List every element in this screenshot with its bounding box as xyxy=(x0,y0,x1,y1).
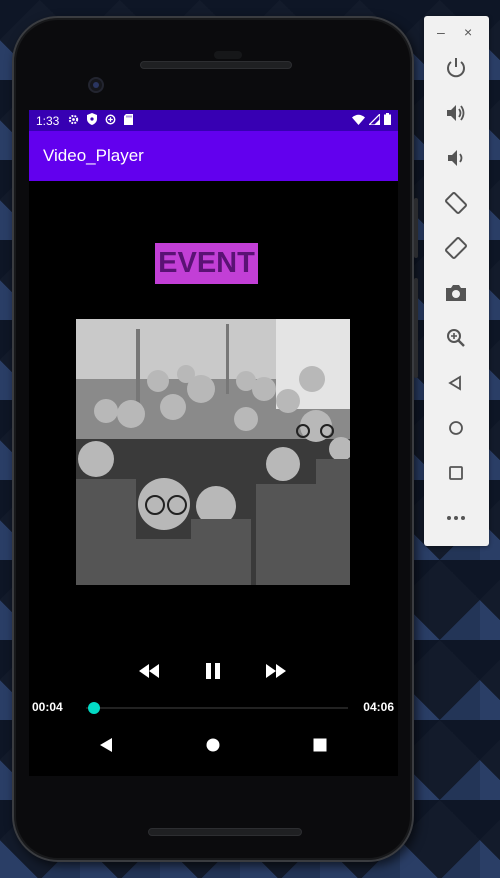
video-category-label: EVENT xyxy=(155,243,258,284)
bottom-speaker xyxy=(148,828,302,836)
app-bar: Video_Player xyxy=(29,131,398,181)
seek-bar-row: 00:04 04:06 xyxy=(29,697,398,717)
minimize-icon[interactable]: – xyxy=(437,24,445,40)
screenshot-icon[interactable] xyxy=(442,279,470,307)
group-photo-image xyxy=(76,319,350,585)
fast-forward-icon[interactable] xyxy=(261,656,291,686)
volume-side-button xyxy=(414,278,418,378)
seek-bar[interactable] xyxy=(86,707,348,709)
back-icon[interactable] xyxy=(442,369,470,397)
device-screen: 1:33 Video_Player EVENT 00:04 04:06 xyxy=(29,110,398,776)
back-icon[interactable] xyxy=(91,730,121,760)
battery-icon xyxy=(384,113,391,128)
home-icon[interactable] xyxy=(442,414,470,442)
app-title: Video_Player xyxy=(43,146,144,165)
zoom-icon[interactable] xyxy=(442,324,470,352)
pause-icon[interactable] xyxy=(198,656,228,686)
current-time: 00:04 xyxy=(32,700,63,714)
playback-controls xyxy=(29,656,398,686)
more-icon[interactable] xyxy=(442,504,470,532)
overview-icon[interactable] xyxy=(442,459,470,487)
wifi-icon xyxy=(352,114,365,128)
shield-icon xyxy=(87,113,98,128)
power-side-button xyxy=(414,198,418,258)
gear-icon xyxy=(68,114,79,128)
rotate-right-icon[interactable] xyxy=(442,234,470,262)
status-bar: 1:33 xyxy=(29,110,398,131)
sd-card-icon xyxy=(124,113,134,128)
duration-time: 04:06 xyxy=(363,700,394,714)
signal-icon xyxy=(367,111,381,128)
front-camera xyxy=(88,77,104,93)
home-icon[interactable] xyxy=(198,730,228,760)
proximity-sensor xyxy=(214,51,242,59)
data-saver-icon xyxy=(105,114,116,128)
video-thumbnail[interactable] xyxy=(76,319,350,585)
rotate-left-icon[interactable] xyxy=(442,189,470,217)
power-icon[interactable] xyxy=(442,54,470,82)
recents-icon[interactable] xyxy=(305,730,335,760)
earpiece-speaker xyxy=(140,61,292,69)
navigation-bar xyxy=(29,730,398,760)
seek-thumb[interactable] xyxy=(88,702,101,714)
emulator-toolbar: – × xyxy=(424,16,489,546)
rewind-icon[interactable] xyxy=(134,656,164,686)
volume-down-icon[interactable] xyxy=(442,144,470,172)
status-time: 1:33 xyxy=(36,113,60,128)
close-icon[interactable]: × xyxy=(464,24,472,40)
volume-up-icon[interactable] xyxy=(442,99,470,127)
